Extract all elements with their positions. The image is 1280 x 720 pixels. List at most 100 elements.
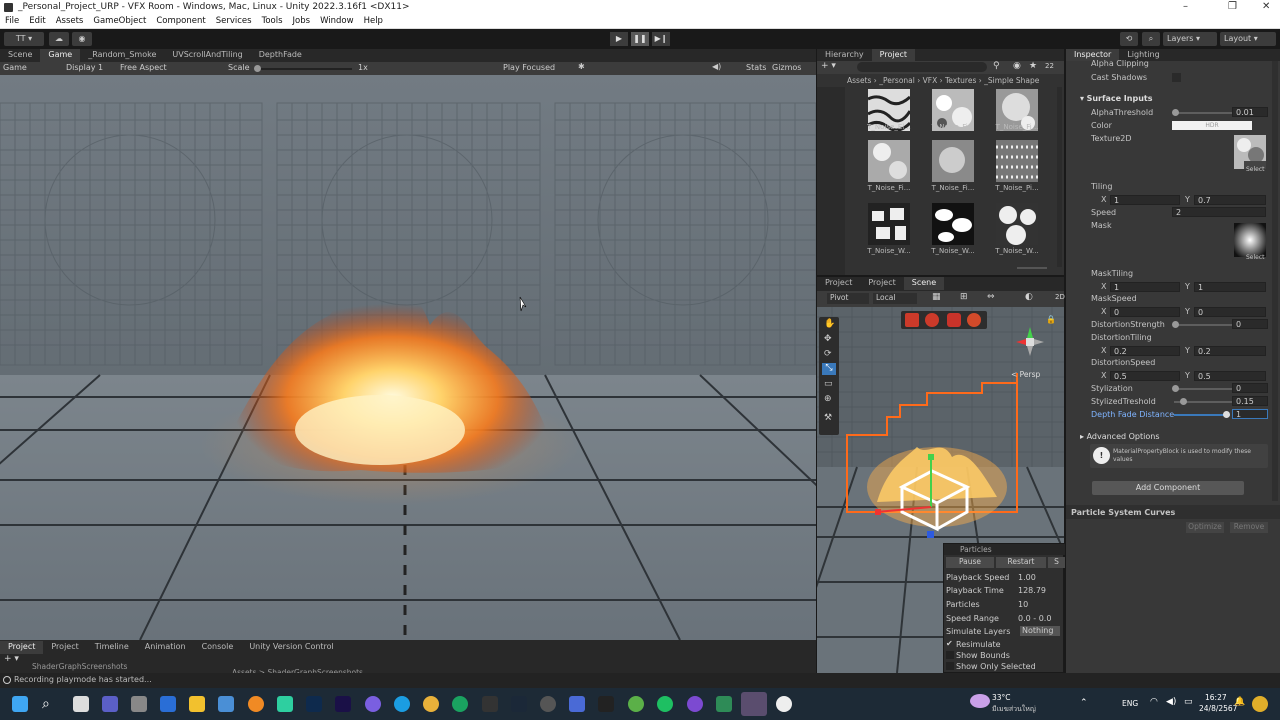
app-icon-7[interactable] — [687, 696, 703, 712]
tab-project-2[interactable]: Project — [817, 277, 860, 290]
distortion-tiling-x-field[interactable]: 0.2 — [1110, 346, 1180, 356]
cast-shadows-checkbox[interactable] — [1172, 73, 1181, 82]
play-button[interactable]: ▶ — [610, 32, 628, 46]
playback-speed-value[interactable]: 1.00 — [1018, 573, 1036, 582]
texture2d-slot[interactable] — [1234, 135, 1266, 169]
depth-fade-slider[interactable] — [1174, 414, 1230, 416]
distortion-strength-knob[interactable] — [1172, 321, 1179, 328]
tab-version-control[interactable]: Unity Version Control — [241, 641, 341, 654]
show-bounds-checkbox[interactable] — [946, 651, 954, 659]
distortion-strength-slider[interactable] — [1174, 324, 1234, 326]
hand-tool-icon[interactable]: ✋ — [824, 319, 835, 329]
increment-icon[interactable]: ⇔ — [987, 292, 995, 302]
bug-icon[interactable]: ✱ — [578, 62, 585, 71]
app-icon-8[interactable] — [716, 696, 732, 712]
steam-icon[interactable] — [511, 696, 527, 712]
project-scrollbar[interactable] — [1057, 87, 1062, 267]
stylized-threshold-field[interactable]: 0.15 — [1232, 396, 1268, 406]
maximize-button[interactable]: ❐ — [1228, 1, 1237, 12]
particles-pause-button[interactable]: Pause — [946, 557, 994, 568]
app-icon-1[interactable] — [131, 696, 147, 712]
depth-fade-field[interactable]: 1 — [1232, 409, 1268, 419]
optimize-button[interactable]: Optimize — [1186, 522, 1224, 533]
rect-tool-icon[interactable]: ▭ — [824, 379, 833, 389]
move-tool-icon[interactable]: ✥ — [824, 334, 832, 344]
transform-tool-icon[interactable]: ⊕ — [824, 394, 832, 404]
menu-file[interactable]: File — [0, 15, 24, 26]
menu-help[interactable]: Help — [359, 15, 388, 26]
menu-gameobject[interactable]: GameObject — [88, 15, 151, 26]
volume-icon[interactable]: ◀) — [1166, 697, 1176, 707]
custom-tool-icon[interactable]: ⚒ — [824, 413, 832, 423]
breadcrumb-personal[interactable]: _Personal — [879, 76, 915, 85]
search-taskbar-icon[interactable]: ⌕ — [42, 696, 58, 712]
display-dropdown[interactable]: Display 1 — [66, 63, 103, 72]
tab-project-3[interactable]: Project — [860, 277, 903, 290]
filter-icon[interactable]: ⚲ — [993, 61, 1000, 71]
thumbnail-size-slider[interactable] — [1017, 267, 1047, 269]
photos-icon[interactable] — [218, 696, 234, 712]
grid-icon[interactable]: ▦ — [932, 292, 941, 302]
close-button[interactable]: ✕ — [1262, 1, 1270, 12]
alpha-threshold-knob[interactable] — [1172, 109, 1179, 116]
local-dropdown[interactable]: Local — [873, 293, 917, 304]
app-icon-6[interactable] — [628, 696, 644, 712]
depth-fade-knob[interactable] — [1223, 411, 1230, 418]
breadcrumb-vfx[interactable]: VFX — [923, 76, 938, 85]
mask-select[interactable]: Select — [1246, 254, 1265, 261]
snap-icon[interactable]: ⊞ — [960, 292, 968, 302]
effect-icon-3[interactable] — [947, 313, 961, 327]
distortion-strength-field[interactable]: 0 — [1232, 319, 1268, 329]
stylization-slider[interactable] — [1174, 388, 1234, 390]
add-component-button[interactable]: Add Component — [1092, 481, 1244, 495]
stylization-knob[interactable] — [1172, 385, 1179, 392]
tab-game[interactable]: Game — [40, 49, 81, 62]
notifications-icon[interactable]: 🔔 — [1234, 697, 1245, 707]
pivot-dropdown[interactable]: Pivot — [827, 293, 869, 304]
weather-desc[interactable]: มีเมฆส่วนใหญ่ — [992, 704, 1036, 715]
aspect-dropdown[interactable]: Free Aspect — [120, 63, 167, 72]
after-effects-icon[interactable] — [335, 696, 351, 712]
tab-timeline[interactable]: Timeline — [87, 641, 137, 654]
step-button[interactable]: ▶❙ — [652, 32, 670, 46]
account-button[interactable]: TT ▾ — [4, 32, 44, 46]
particles-restart-button[interactable]: Restart — [996, 557, 1046, 568]
edge-icon[interactable] — [394, 696, 410, 712]
gizmos-button[interactable]: Gizmos — [772, 63, 801, 72]
alpha-threshold-field[interactable]: 0.01 — [1232, 107, 1268, 117]
menu-edit[interactable]: Edit — [24, 15, 50, 26]
tiling-y-field[interactable]: 0.7 — [1194, 195, 1266, 205]
app-icon-2[interactable] — [277, 696, 293, 712]
surface-inputs-foldout[interactable]: ▾ Surface Inputs — [1080, 94, 1152, 103]
2d-toggle[interactable]: 2D — [1055, 293, 1065, 301]
label-icon[interactable]: ◉ — [1013, 61, 1021, 71]
tab-project-bottom[interactable]: Project — [0, 641, 44, 654]
menu-assets[interactable]: Assets — [51, 15, 89, 26]
breadcrumb-assets[interactable]: Assets — [847, 76, 871, 85]
menu-window[interactable]: Window — [315, 15, 359, 26]
cloud-icon[interactable]: ☁ — [49, 32, 69, 46]
tray-chevron-icon[interactable]: ⌃ — [1080, 698, 1088, 708]
minimize-button[interactable]: – — [1183, 1, 1188, 12]
wifi-icon[interactable]: ◠ — [1150, 697, 1158, 707]
teams-icon[interactable] — [102, 696, 118, 712]
color-field[interactable]: HDR — [1172, 121, 1252, 130]
inspector-scrollbar[interactable] — [1272, 61, 1278, 501]
pause-button[interactable]: ❚❚ — [631, 32, 649, 46]
game-mode-dropdown[interactable]: Game — [3, 63, 27, 72]
start-icon[interactable] — [12, 696, 28, 712]
menu-services[interactable]: Services — [211, 15, 257, 26]
weather-temp[interactable]: 33°C — [992, 693, 1011, 702]
texture-thumb-6[interactable] — [996, 140, 1038, 182]
stats-button[interactable]: Stats — [746, 63, 766, 72]
github-icon[interactable] — [598, 696, 614, 712]
texture2d-select[interactable]: Select — [1246, 166, 1265, 173]
scale-tool-icon[interactable]: ⤡ — [822, 363, 836, 375]
task-view-icon[interactable] — [73, 696, 89, 712]
distortion-speed-x-field[interactable]: 0.5 — [1110, 371, 1180, 381]
scale-slider-knob[interactable] — [254, 65, 261, 72]
breadcrumb-simple-shape[interactable]: _Simple Shape — [984, 76, 1039, 85]
mask-speed-x-field[interactable]: 0 — [1110, 307, 1180, 317]
notepad-icon[interactable] — [160, 696, 176, 712]
chrome-icon[interactable] — [423, 696, 439, 712]
